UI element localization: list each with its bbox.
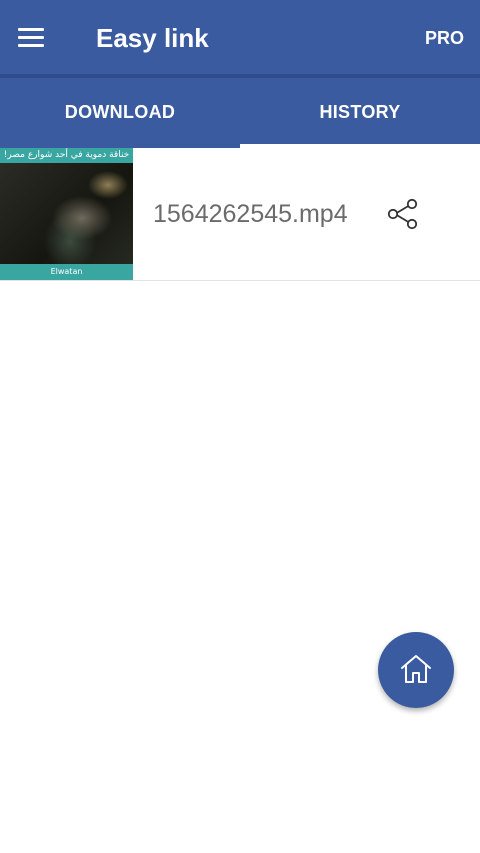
hamburger-menu-icon[interactable] xyxy=(18,26,44,48)
home-fab-button[interactable] xyxy=(378,632,454,708)
history-list-item[interactable]: خناقة دموية في أحد شوارع مصر! Elwatan 15… xyxy=(0,148,480,281)
app-root: Easy link PRO DOWNLOAD HISTORY خناقة دمو… xyxy=(0,0,480,853)
tab-download[interactable]: DOWNLOAD xyxy=(0,78,240,148)
thumbnail-watermark: Elwatan xyxy=(0,264,133,280)
pro-button[interactable]: PRO xyxy=(425,26,464,50)
thumbnail-image xyxy=(0,163,133,264)
share-icon[interactable] xyxy=(385,196,421,232)
app-toolbar: Easy link PRO xyxy=(0,0,480,74)
app-title: Easy link xyxy=(96,23,209,53)
tab-history[interactable]: HISTORY xyxy=(240,78,480,148)
home-icon xyxy=(401,655,431,683)
tab-bar: DOWNLOAD HISTORY xyxy=(0,78,480,148)
video-thumbnail: خناقة دموية في أحد شوارع مصر! Elwatan xyxy=(0,148,133,280)
file-name: 1564262545.mp4 xyxy=(153,200,348,228)
thumbnail-caption: خناقة دموية في أحد شوارع مصر! xyxy=(0,148,133,163)
